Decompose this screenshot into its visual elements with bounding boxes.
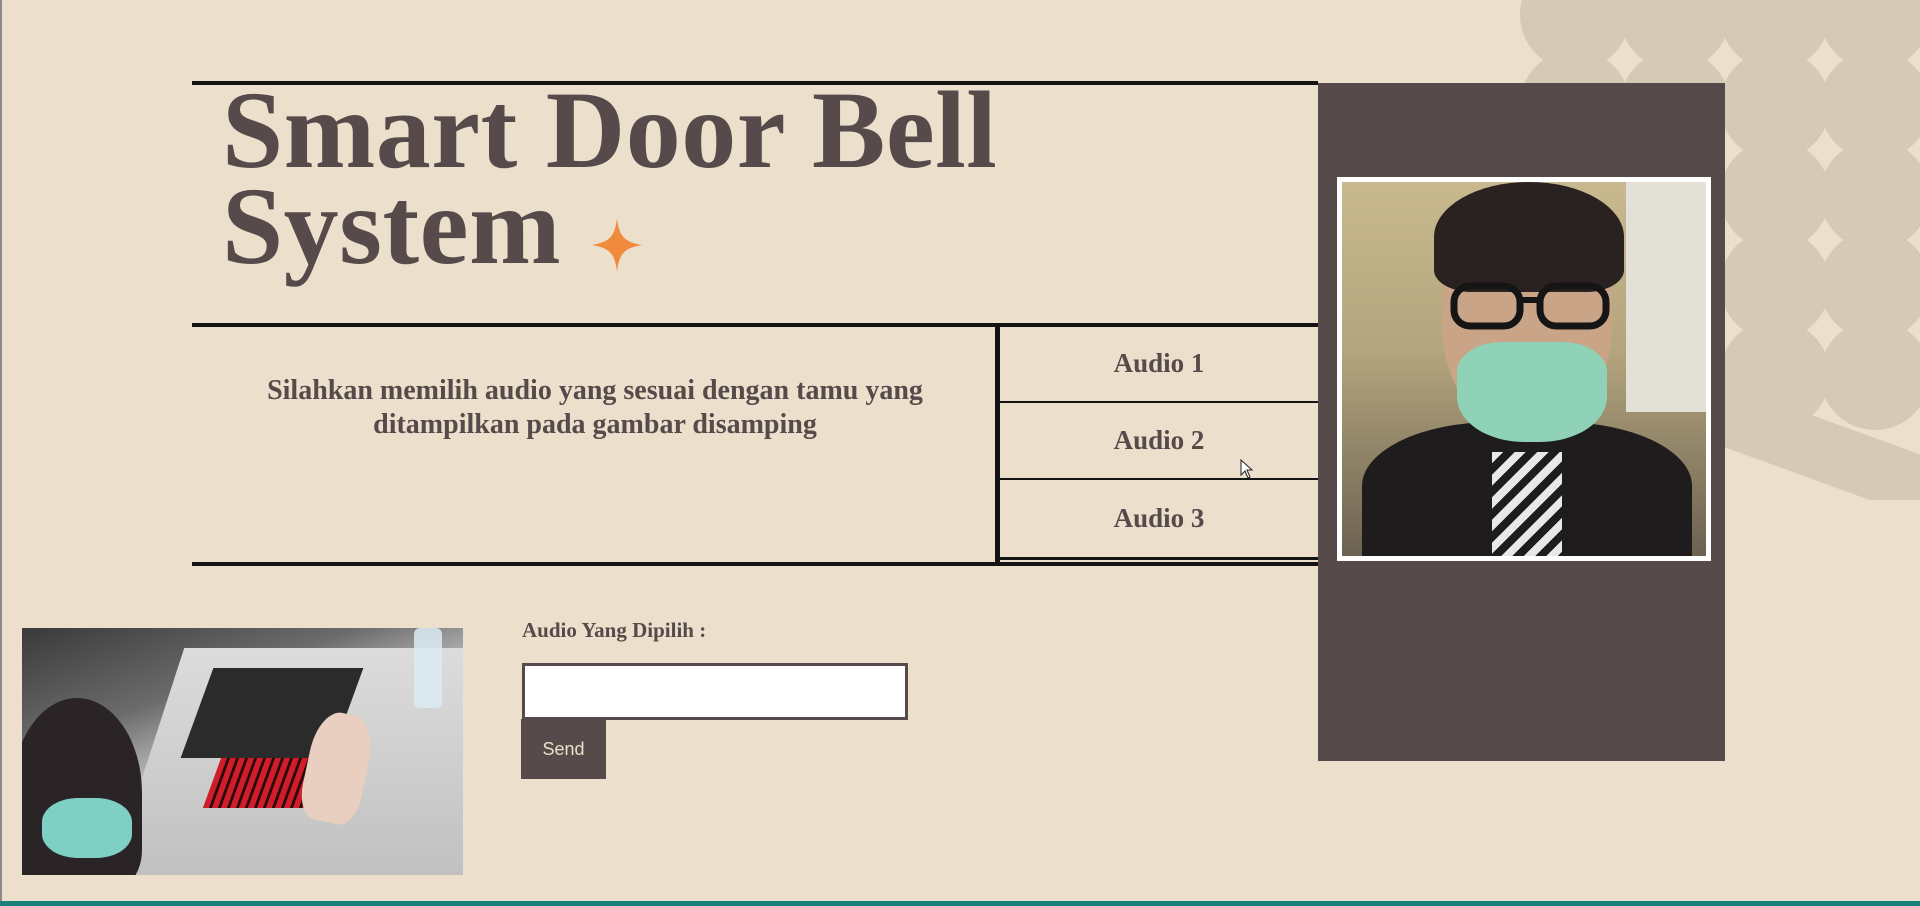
title-line-1: Smart Door Bell [222, 69, 998, 191]
send-button[interactable]: Send [521, 719, 606, 779]
audio-1-button[interactable]: Audio 1 [1000, 326, 1318, 403]
audio-3-button[interactable]: Audio 3 [1000, 480, 1318, 560]
page-edge [0, 0, 2, 906]
mouse-cursor-icon [1240, 459, 1254, 479]
footer-bar [0, 901, 1920, 906]
camera-preview [22, 628, 463, 875]
audio-2-button[interactable]: Audio 2 [1000, 403, 1318, 480]
selected-audio-label: Audio Yang Dipilih : [522, 618, 707, 642]
selected-audio-input[interactable] [522, 663, 908, 720]
instruction-text: Silahkan memilih audio yang sesuai denga… [267, 375, 923, 440]
visitor-photo [1337, 177, 1711, 561]
audio-options-list: Audio 1 Audio 2 Audio 3 [998, 326, 1318, 562]
four-point-star-icon [592, 218, 642, 272]
bottom-rule [192, 562, 1318, 566]
